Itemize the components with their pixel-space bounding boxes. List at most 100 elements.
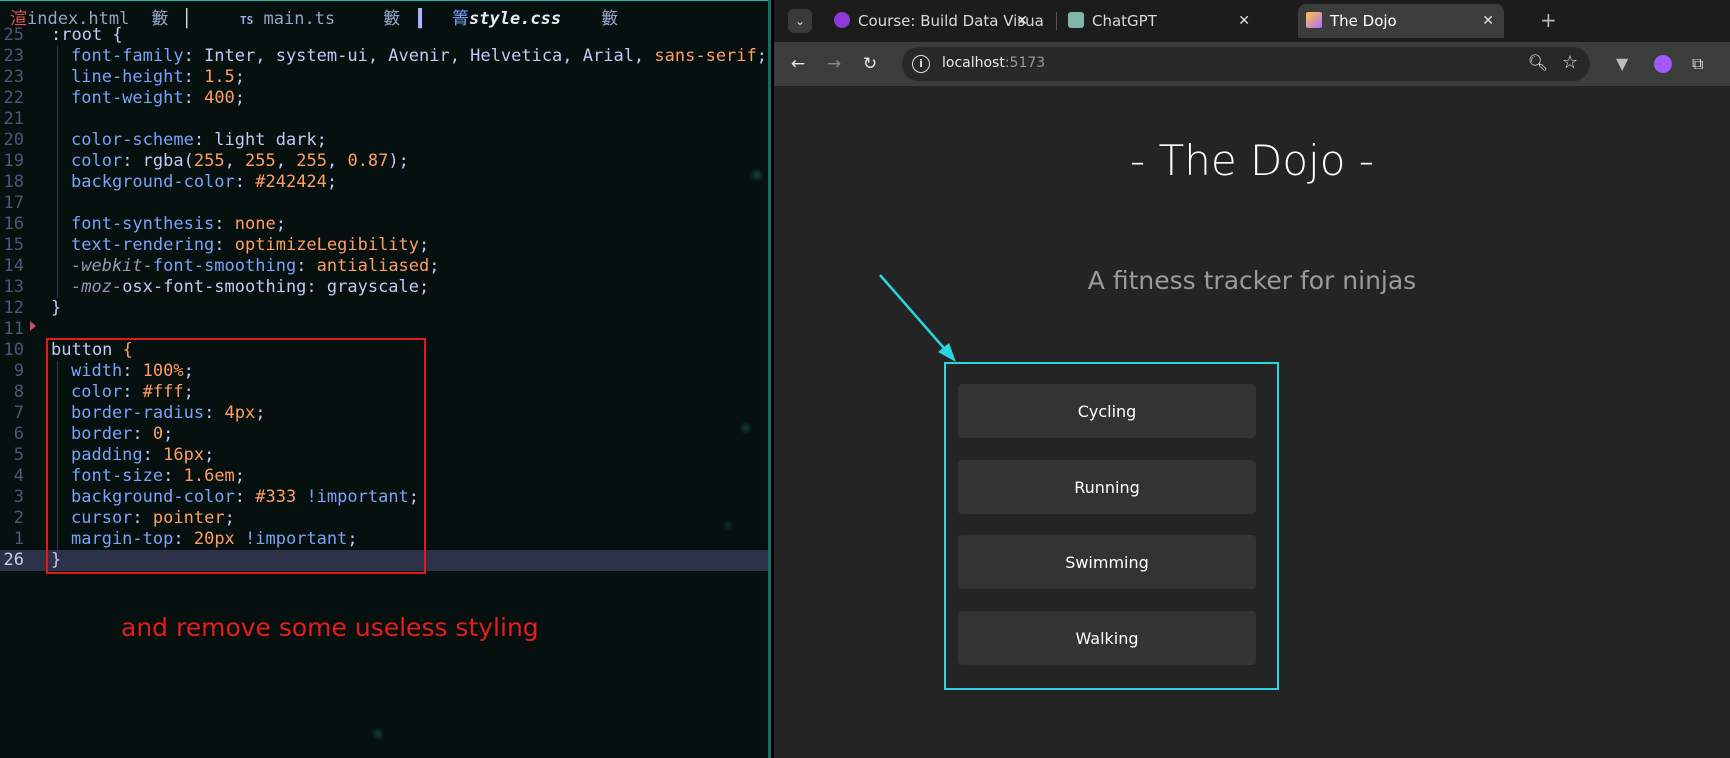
- code-token: ;: [326, 172, 338, 192]
- extension-icon[interactable]: [1654, 55, 1672, 73]
- line-number: 10: [3, 340, 24, 360]
- site-info-icon[interactable]: i: [912, 55, 930, 73]
- new-tab-button[interactable]: +: [1540, 8, 1557, 32]
- close-tab-icon[interactable]: ✕: [1482, 4, 1494, 38]
- line-number: 1: [13, 529, 24, 549]
- indent-guide: [57, 88, 58, 109]
- back-arrow-icon[interactable]: ←: [784, 50, 812, 78]
- fold-marker-icon: [30, 321, 36, 331]
- indent-guide: [57, 130, 58, 151]
- line-number: 25: [3, 25, 24, 45]
- code-line[interactable]: 22 font-weight: 400;: [0, 88, 768, 109]
- line-number: 23: [3, 46, 24, 66]
- address-url: localhost:5173: [942, 55, 1045, 71]
- code-text: line-height: 1.5;: [71, 67, 245, 88]
- indent-guide: [57, 235, 58, 256]
- code-token: 400: [204, 88, 235, 108]
- activity-button-running[interactable]: Running: [958, 460, 1256, 514]
- code-line[interactable]: 16 font-synthesis: none;: [0, 214, 768, 235]
- line-number: 22: [3, 88, 24, 108]
- line-number: 18: [3, 172, 24, 192]
- indent-guide: [57, 109, 58, 130]
- browser-tab-label: The Dojo: [1330, 12, 1397, 30]
- forward-arrow-icon[interactable]: →: [820, 50, 848, 78]
- code-token: : Inter, system-ui, Avenir, Helvetica, A…: [183, 46, 655, 66]
- code-line[interactable]: 13 -moz-osx-font-smoothing: grayscale;: [0, 277, 768, 298]
- line-number: 19: [3, 151, 24, 171]
- code-token: ,: [326, 151, 348, 171]
- annotation-note: and remove some useless styling: [121, 613, 539, 642]
- code-token: :: [296, 256, 317, 276]
- code-token: : rgba(: [122, 151, 194, 171]
- code-line[interactable]: 17: [0, 193, 768, 214]
- indent-guide: [57, 193, 58, 214]
- code-line[interactable]: 14 -webkit-font-smoothing: antialiased;: [0, 256, 768, 277]
- line-number: 23: [3, 67, 24, 87]
- indent-guide: [57, 67, 58, 88]
- code-token: ,: [224, 151, 246, 171]
- code-token: 255: [296, 151, 327, 171]
- code-line[interactable]: 18 background-color: #242424;: [0, 172, 768, 193]
- code-line[interactable]: 23 line-height: 1.5;: [0, 67, 768, 88]
- code-line[interactable]: 19 color: rgba(255, 255, 255, 0.87);: [0, 151, 768, 172]
- code-text: color-scheme: light dark;: [71, 130, 327, 151]
- code-line[interactable]: 15 text-rendering: optimizeLegibility;: [0, 235, 768, 256]
- browser-tab-chatgpt[interactable]: ChatGPT ✕: [1060, 4, 1260, 38]
- code-line[interactable]: 11: [0, 319, 768, 340]
- code-token: :: [183, 88, 205, 108]
- address-bar[interactable]: i localhost:5173 🔍︎ ☆: [902, 47, 1590, 81]
- code-line[interactable]: 25:root {: [0, 25, 768, 46]
- code-token: ;: [429, 256, 440, 276]
- activity-button-walking[interactable]: Walking: [958, 611, 1256, 665]
- browser-window: ⌄ Course: Build Data Visua ✕ ChatGPT ✕ T…: [774, 0, 1730, 758]
- line-number: 6: [13, 424, 24, 444]
- code-text: -moz-osx-font-smoothing: grayscale;: [71, 277, 429, 298]
- line-number: 8: [13, 382, 24, 402]
- course-favicon-icon: [834, 12, 850, 28]
- line-number: 15: [3, 235, 24, 255]
- code-token: 255: [193, 151, 225, 171]
- code-line[interactable]: 12}: [0, 298, 768, 319]
- code-line[interactable]: 21: [0, 109, 768, 130]
- chatgpt-favicon-icon: [1068, 12, 1084, 28]
- bookmark-star-icon[interactable]: ☆: [1562, 52, 1578, 73]
- activity-button-cycling[interactable]: Cycling: [958, 384, 1256, 438]
- code-token: -webkit-: [71, 256, 153, 276]
- url-port: :5173: [1004, 55, 1046, 71]
- code-text: background-color: #242424;: [71, 172, 337, 193]
- code-token: :: [214, 235, 235, 255]
- reload-icon[interactable]: ↻: [856, 50, 884, 78]
- code-token: -moz-: [71, 277, 123, 297]
- vue-devtools-icon[interactable]: ▼: [1616, 55, 1634, 73]
- code-token: ;: [275, 214, 286, 234]
- code-text: font-synthesis: none;: [71, 214, 286, 235]
- code-token: :: [183, 67, 205, 87]
- code-token: 1.5: [204, 67, 235, 87]
- close-tab-icon[interactable]: ✕: [1016, 4, 1028, 38]
- code-token: ,: [275, 151, 297, 171]
- code-token: none: [234, 214, 276, 234]
- code-token: antialiased: [316, 256, 430, 276]
- code-text: font-weight: 400;: [71, 88, 245, 109]
- close-tab-icon[interactable]: ✕: [1238, 4, 1250, 38]
- code-line[interactable]: 20 color-scheme: light dark;: [0, 130, 768, 151]
- line-number: 20: [3, 130, 24, 150]
- line-number: 3: [13, 487, 24, 507]
- browser-tab-the-dojo[interactable]: The Dojo ✕: [1298, 4, 1504, 38]
- url-host: localhost: [942, 55, 1005, 71]
- code-token: : grayscale;: [306, 277, 430, 297]
- browser-tab-course[interactable]: Course: Build Data Visua ✕: [826, 4, 1044, 38]
- code-token: :: [214, 214, 235, 234]
- line-number: 26: [3, 550, 24, 570]
- zoom-icon[interactable]: 🔍︎: [1528, 53, 1548, 72]
- line-number: 17: [3, 193, 24, 213]
- tab-search-chevron-icon[interactable]: ⌄: [788, 9, 812, 33]
- code-line[interactable]: 23 font-family: Inter, system-ui, Avenir,…: [0, 46, 768, 67]
- browser-toolbar: ← → ↻ i localhost:5173 🔍︎ ☆ ▼ ⧉: [774, 42, 1730, 86]
- code-text: -webkit-font-smoothing: antialiased;: [71, 256, 440, 277]
- activity-button-swimming[interactable]: Swimming: [958, 535, 1256, 589]
- extensions-puzzle-icon[interactable]: ⧉: [1692, 55, 1710, 73]
- indent-guide: [57, 277, 58, 298]
- code-token: ;: [234, 67, 246, 87]
- code-token: ;: [234, 88, 246, 108]
